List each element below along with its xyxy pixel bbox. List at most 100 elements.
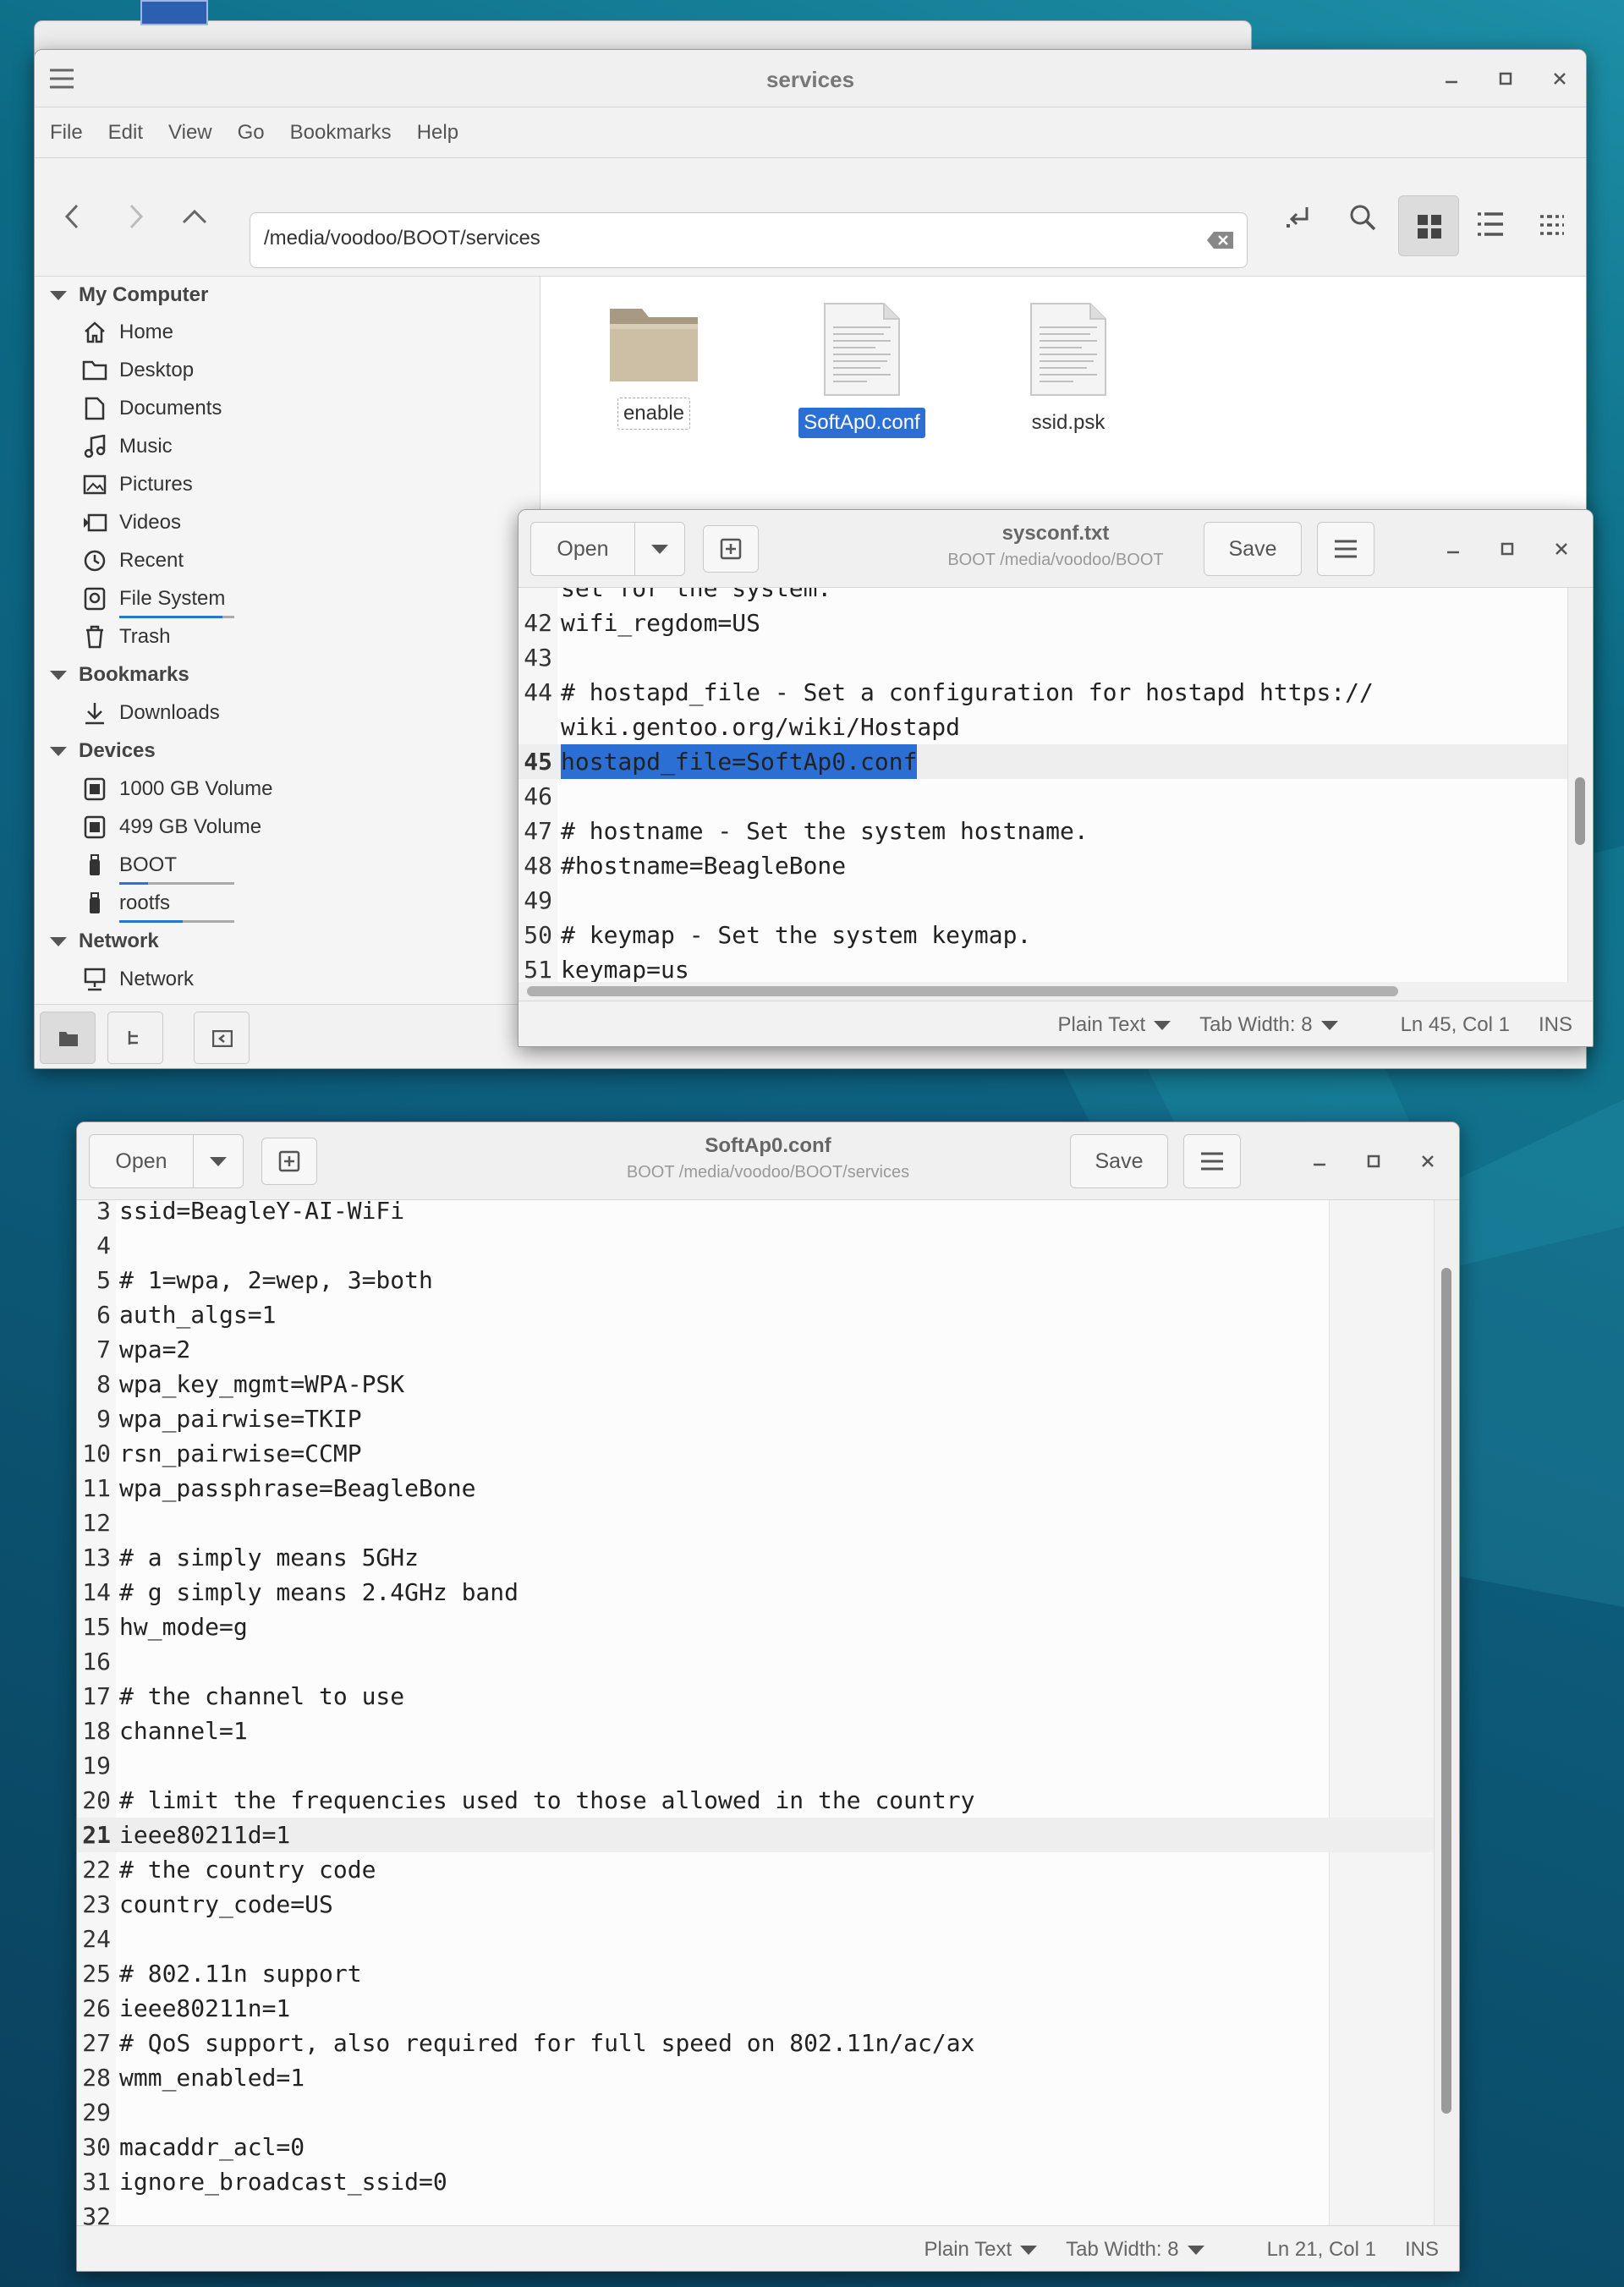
editor-line[interactable]: 32 xyxy=(77,2199,1459,2225)
editor-line[interactable]: 25 # 802.11n support xyxy=(77,1956,1459,1991)
list-view-icon[interactable] xyxy=(1476,211,1505,238)
file-item-softap0-conf[interactable]: SoftAp0.conf xyxy=(786,302,938,438)
syntax-selector[interactable]: Plain Text xyxy=(924,2238,1038,2262)
editor-line[interactable]: 23 country_code=US xyxy=(77,1887,1459,1922)
editor-line[interactable]: 21 ieee80211d=1 xyxy=(77,1818,1459,1852)
places-toggle-button[interactable] xyxy=(40,1012,96,1064)
sidebar-item-videos[interactable]: Videos xyxy=(82,511,181,535)
editor-line[interactable]: 42 wifi_regdom=US xyxy=(518,606,1593,640)
editor-line[interactable]: 9 wpa_pairwise=TKIP xyxy=(77,1401,1459,1436)
editor-line[interactable]: 48 #hostname=BeagleBone xyxy=(518,848,1593,883)
scrollbar-thumb[interactable] xyxy=(527,986,1398,996)
editor-line[interactable]: 50 # keymap - Set the system keymap. xyxy=(518,918,1593,952)
editor-line[interactable]: 11 wpa_passphrase=BeagleBone xyxy=(77,1471,1459,1505)
editor-line[interactable]: 24 xyxy=(77,1922,1459,1956)
file-item-enable[interactable]: enable xyxy=(578,302,730,430)
editor-line[interactable]: 18 channel=1 xyxy=(77,1714,1459,1748)
editor-line[interactable]: 45 hostapd_file=SoftAp0.conf xyxy=(518,744,1593,779)
sidebar-item-desktop[interactable]: Desktop xyxy=(82,359,194,382)
editor-line[interactable]: 16 xyxy=(77,1644,1459,1679)
tree-toggle-button[interactable] xyxy=(107,1012,163,1064)
maximize-icon[interactable] xyxy=(1364,1152,1383,1171)
close-icon[interactable] xyxy=(1552,540,1571,558)
location-bar[interactable]: /media/voodoo/BOOT/services xyxy=(250,212,1248,268)
tab-width-selector[interactable]: Tab Width: 8 xyxy=(1199,1013,1338,1037)
sidebar-item-file-system[interactable]: File System xyxy=(82,587,225,611)
editor-line[interactable]: 26 ieee80211n=1 xyxy=(77,1991,1459,2026)
save-button[interactable]: Save xyxy=(1070,1134,1168,1188)
vertical-scrollbar[interactable] xyxy=(1567,588,1593,982)
sidebar-item-rootfs[interactable]: rootfs xyxy=(82,891,170,915)
menu-edit[interactable]: Edit xyxy=(108,121,143,145)
sidebar-item-home[interactable]: Home xyxy=(82,321,173,344)
toggle-location-icon[interactable] xyxy=(1283,202,1314,233)
menu-go[interactable]: Go xyxy=(238,121,265,145)
editor-line[interactable]: 27 # QoS support, also required for full … xyxy=(77,2026,1459,2060)
editor-line[interactable]: 17 # the channel to use xyxy=(77,1679,1459,1714)
sidebar-item-499gb-volume[interactable]: 499 GB Volume xyxy=(82,815,261,839)
menu-view[interactable]: View xyxy=(168,121,212,145)
forward-icon[interactable] xyxy=(123,202,148,231)
editor-line[interactable]: 47 # hostname - Set the system hostname. xyxy=(518,814,1593,848)
editor-line[interactable]: 3 ssid=BeagleY-AI-WiFi xyxy=(77,1200,1459,1228)
editor-line[interactable]: wiki.gentoo.org/wiki/Hostapd xyxy=(518,710,1593,744)
menu-help[interactable]: Help xyxy=(417,121,458,145)
scrollbar-thumb[interactable] xyxy=(1441,1268,1451,2114)
minimize-icon[interactable] xyxy=(1444,540,1462,558)
sidebar-item-trash[interactable]: Trash xyxy=(82,625,170,649)
clear-location-icon[interactable] xyxy=(1206,230,1235,250)
horizontal-scrollbar[interactable] xyxy=(518,982,1593,1001)
editor-line[interactable]: 22 # the country code xyxy=(77,1852,1459,1887)
maximize-icon[interactable] xyxy=(1496,69,1515,88)
editor-line[interactable]: 51 keymap=us xyxy=(518,952,1593,982)
editor-line[interactable]: 20 # limit the frequencies used to those … xyxy=(77,1783,1459,1818)
sidebar-item-pictures[interactable]: Pictures xyxy=(82,473,193,496)
back-icon[interactable] xyxy=(60,202,85,231)
sidebar-item-recent[interactable]: Recent xyxy=(82,549,184,573)
editor-line[interactable]: 49 xyxy=(518,883,1593,918)
editor-line[interactable]: 44 # hostapd_file - Set a configuration f… xyxy=(518,675,1593,710)
search-icon[interactable] xyxy=(1347,202,1378,233)
sidebar-item-music[interactable]: Music xyxy=(82,435,173,458)
menu-bookmarks[interactable]: Bookmarks xyxy=(290,121,392,145)
menu-button[interactable] xyxy=(1183,1134,1241,1188)
editor-line[interactable]: 5 # 1=wpa, 2=wep, 3=both xyxy=(77,1263,1459,1297)
editor-line[interactable]: 8 wpa_key_mgmt=WPA-PSK xyxy=(77,1367,1459,1401)
section-bookmarks[interactable]: Bookmarks xyxy=(50,663,189,687)
maximize-icon[interactable] xyxy=(1498,540,1517,558)
section-network[interactable]: Network xyxy=(50,930,159,953)
vertical-scrollbar[interactable] xyxy=(1434,1200,1459,2225)
editor-line[interactable]: 13 # a simply means 5GHz xyxy=(77,1540,1459,1575)
editor-line[interactable]: 29 xyxy=(77,2095,1459,2130)
sidebar-item-boot[interactable]: BOOT xyxy=(82,853,177,877)
sidebar-hide-button[interactable] xyxy=(194,1012,250,1064)
editor-line[interactable]: 30 macaddr_acl=0 xyxy=(77,2130,1459,2164)
cursor-position[interactable]: Ln 21, Col 1 xyxy=(1267,2238,1376,2262)
icon-view-button[interactable] xyxy=(1398,195,1459,256)
editor-line[interactable]: 19 xyxy=(77,1748,1459,1783)
cursor-position[interactable]: Ln 45, Col 1 xyxy=(1401,1013,1510,1037)
close-icon[interactable] xyxy=(1418,1152,1437,1171)
minimize-icon[interactable] xyxy=(1442,69,1461,88)
close-icon[interactable] xyxy=(1550,69,1569,88)
minimize-icon[interactable] xyxy=(1310,1152,1329,1171)
editor-line[interactable]: 46 xyxy=(518,779,1593,814)
file-item-ssid-psk[interactable]: ssid.psk xyxy=(992,302,1144,438)
editor-line[interactable]: 14 # g simply means 2.4GHz band xyxy=(77,1575,1459,1610)
softap-text-area[interactable]: 3 ssid=BeagleY-AI-WiFi 4 5 # 1=wpa, 2=wep, 3… xyxy=(77,1200,1459,2225)
sidebar-item-documents[interactable]: Documents xyxy=(82,397,222,420)
save-button[interactable]: Save xyxy=(1204,522,1302,576)
sysconf-text-area[interactable]: set for the system. 42 wifi_regdom=US 43 44… xyxy=(518,588,1593,982)
syntax-selector[interactable]: Plain Text xyxy=(1058,1013,1171,1037)
editor-line[interactable]: 12 xyxy=(77,1505,1459,1540)
menu-file[interactable]: File xyxy=(50,121,83,145)
editor-line[interactable]: 15 hw_mode=g xyxy=(77,1610,1459,1644)
editor-line[interactable]: 6 auth_algs=1 xyxy=(77,1297,1459,1332)
up-icon[interactable] xyxy=(180,202,209,231)
sidebar-item-network[interactable]: Network xyxy=(82,968,194,991)
tab-width-selector[interactable]: Tab Width: 8 xyxy=(1066,2238,1204,2262)
editor-line[interactable]: 43 xyxy=(518,640,1593,675)
editor-line[interactable]: 10 rsn_pairwise=CCMP xyxy=(77,1436,1459,1471)
sidebar-item-1000gb-volume[interactable]: 1000 GB Volume xyxy=(82,777,272,801)
editor-line[interactable]: 31 ignore_broadcast_ssid=0 xyxy=(77,2164,1459,2199)
